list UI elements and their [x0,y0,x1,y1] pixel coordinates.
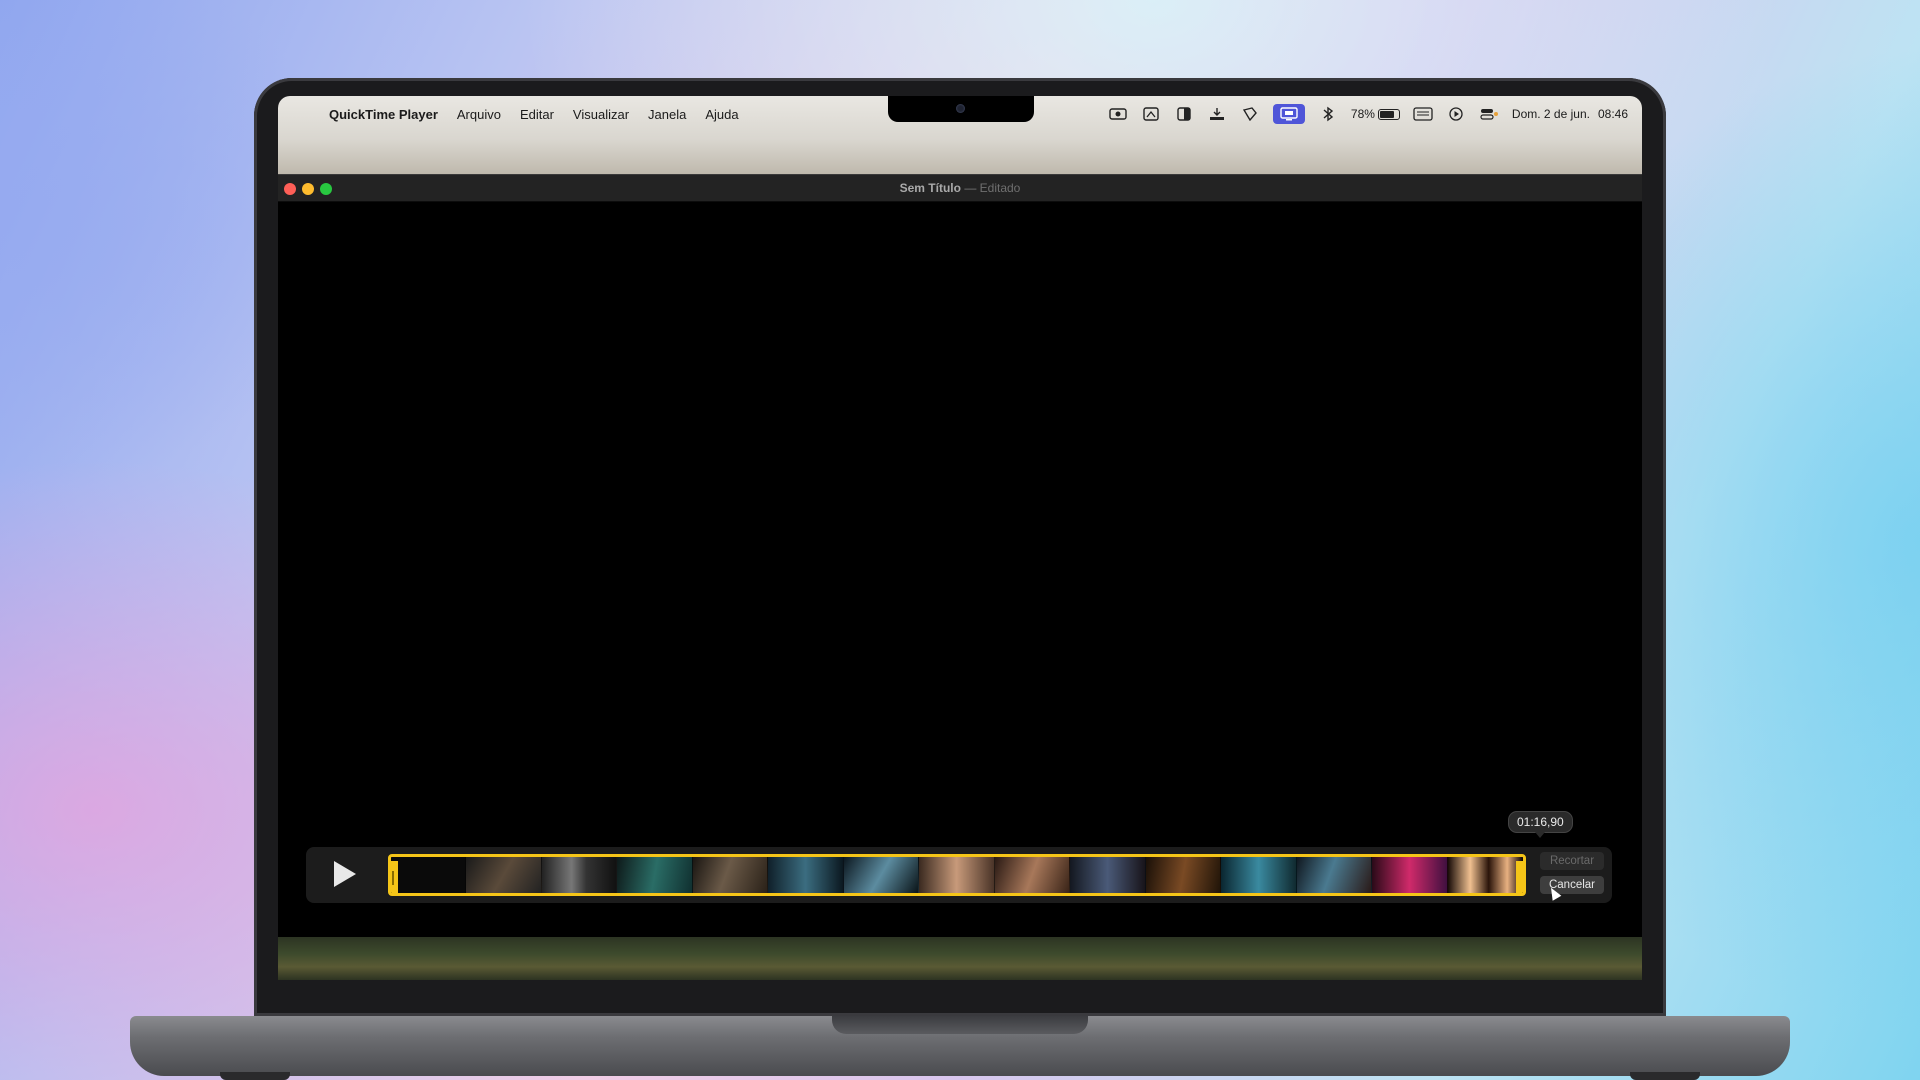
filmstrip-frame [617,857,693,893]
filmstrip-frame [1070,857,1146,893]
camera-record-icon[interactable] [1108,104,1128,124]
trim-end-handle[interactable] [1516,861,1523,893]
camera-notch [888,96,1034,122]
bookmark-icon[interactable] [1240,104,1260,124]
document-status: Editado [979,181,1021,195]
control-center-icon[interactable] [1479,104,1499,124]
wallpaper-bottom [278,936,1642,980]
now-playing-icon[interactable] [1446,104,1466,124]
contrast-icon[interactable] [1174,104,1194,124]
camera-icon [956,104,965,113]
laptop-foot [1630,1072,1700,1080]
filmstrip-frame [1447,857,1523,893]
trim-timecode-tooltip: 01:16,90 [1508,811,1573,838]
window-title: Sem Título — Editado [278,181,1642,195]
filmstrip-frame [994,857,1071,893]
trim-controls-bar: 01:16,90 Recortar Cancelar [306,811,1612,903]
title-separator: — [964,181,977,195]
laptop-screen: QuickTime Player Arquivo Editar Visualiz… [278,96,1642,980]
menu-janela[interactable]: Janela [648,107,686,122]
battery-percent: 78% [1350,107,1375,121]
menu-app-name[interactable]: QuickTime Player [329,107,438,122]
filmstrip-frame [768,857,844,893]
trim-filmstrip[interactable] [388,854,1526,896]
laptop-base-notch [832,1016,1088,1034]
menu-ajuda[interactable]: Ajuda [705,107,738,122]
trim-start-handle[interactable] [391,861,398,893]
battery-status[interactable]: 78% [1351,107,1400,121]
keyboard-icon[interactable] [1413,104,1433,124]
play-icon[interactable] [334,861,356,887]
battery-icon [1377,108,1400,120]
filmstrip-frame [1296,857,1373,893]
menubar-date: Dom. 2 de jun. [1511,107,1590,121]
laptop-foot [220,1072,290,1080]
bluetooth-icon[interactable] [1318,104,1338,124]
menu-visualizar[interactable]: Visualizar [573,107,629,122]
download-icon[interactable] [1207,104,1227,124]
window-titlebar[interactable]: Sem Título — Editado [278,175,1642,202]
filmstrip-frame [1372,857,1448,893]
document-title: Sem Título [899,181,961,195]
menubar-time: 08:46 [1597,107,1628,121]
menubar-clock[interactable]: Dom. 2 de jun. 08:46 [1512,107,1628,121]
quicktime-window: Sem Título — Editado 01:16,90 Recortar C… [278,174,1642,937]
filmstrip-frame [391,857,467,893]
menu-arquivo[interactable]: Arquivo [457,107,501,122]
screen-mirror-icon[interactable] [1141,104,1161,124]
display-share-icon[interactable] [1272,104,1305,124]
filmstrip-frame [466,857,542,893]
filmstrip-frame [541,857,618,893]
filmstrip-frame [692,857,769,893]
filmstrip-frame [919,857,995,893]
filmstrip-frame [1145,857,1222,893]
filmstrip-frame [843,857,920,893]
menu-editar[interactable]: Editar [520,107,554,122]
filmstrip-frame [1221,857,1297,893]
trim-button[interactable]: Recortar [1540,852,1604,870]
